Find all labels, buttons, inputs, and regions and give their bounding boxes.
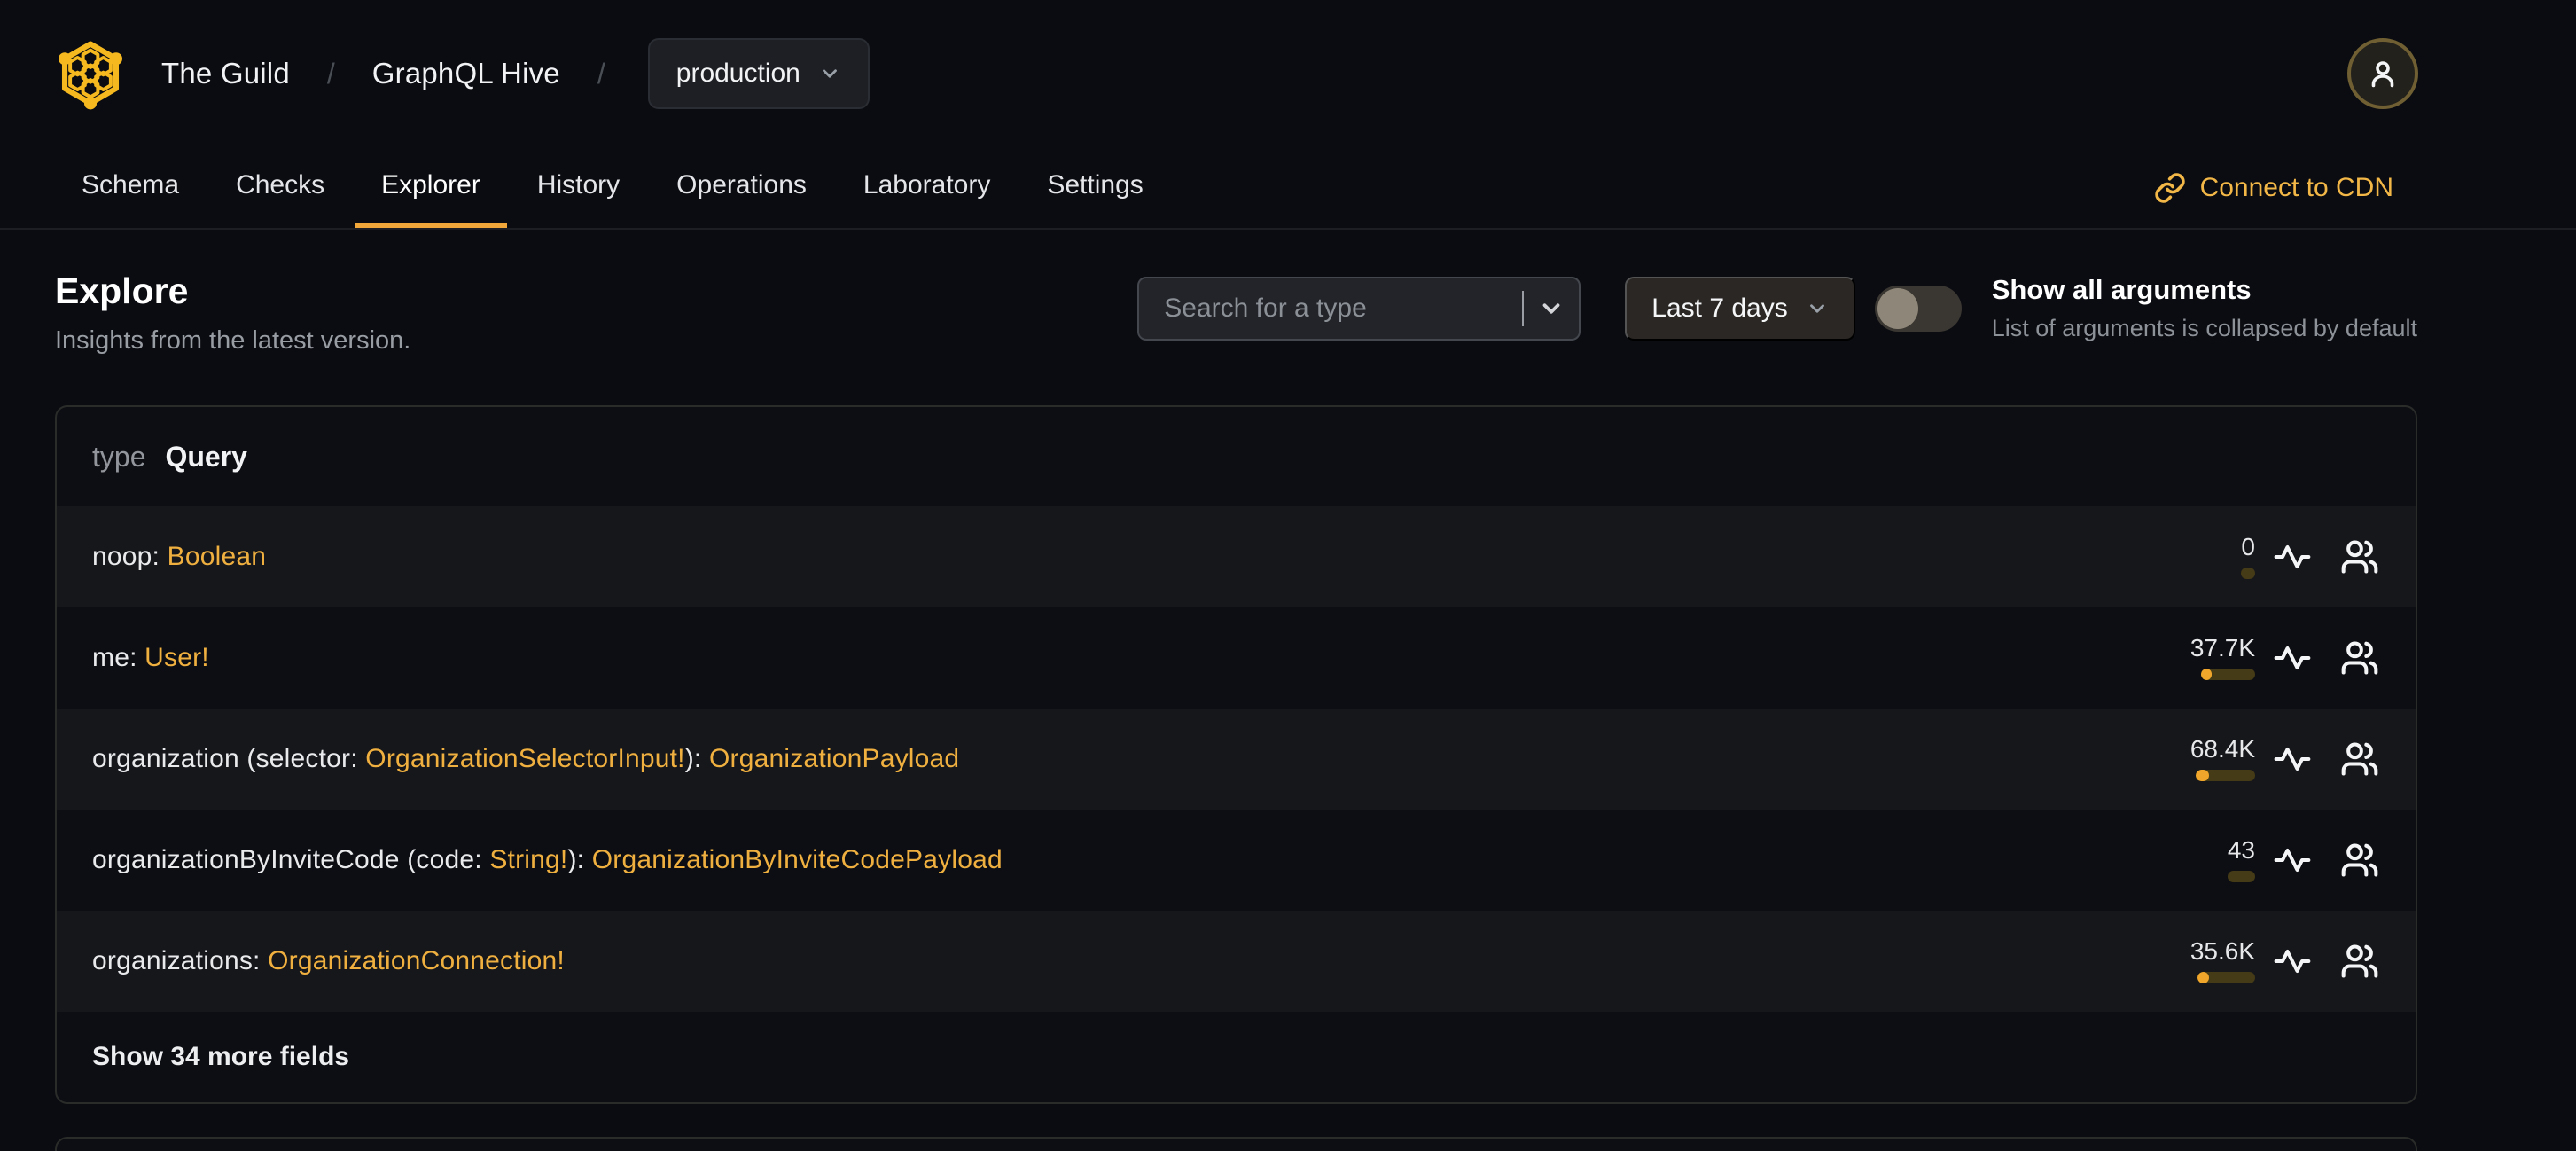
field-activity-button[interactable] [2272,536,2313,577]
field-row-organizationByInviteCode: organizationByInviteCode (code: String!)… [57,810,2416,911]
field-usage: 0 [2140,535,2255,579]
user-icon [2371,61,2394,88]
toggle-label: Show all arguments [1991,274,2252,305]
activity-icon [2274,848,2311,873]
field-usage-bar [2197,972,2255,983]
field-clients-button[interactable] [2339,638,2380,678]
field-clients-button[interactable] [2339,941,2380,982]
target-selector-button[interactable]: production [647,38,870,109]
field-usage-count: 68.4K [2190,735,2255,763]
users-icon [2341,540,2378,574]
field-stats: 0 [2140,535,2380,579]
type-card-header: type Query [57,407,2416,506]
field-stats: 37.7K [2140,636,2380,680]
toggle-sublabel: List of arguments is collapsed by defaul… [1991,315,2417,341]
field-usage-count: 0 [2241,533,2255,560]
breadcrumb-separator: / [597,57,605,90]
users-icon [2341,944,2378,978]
page-title-block: Explore Insights from the latest version… [55,270,410,356]
users-icon [2341,742,2378,776]
tab-explorer[interactable]: Explorer [355,147,507,228]
explorer-controls: Last 7 days Show all arguments List of a… [1137,270,2417,342]
link-icon [2154,172,2185,203]
activity-icon [2274,544,2311,569]
chevron-down-icon [1542,302,1560,314]
app-header: The Guild / GraphQL Hive / production [0,0,2576,147]
field-stats: 43 [2140,838,2380,882]
activity-icon [2274,949,2311,974]
field-signature: organizations: OrganizationConnection! [92,946,565,975]
type-search-input[interactable] [1139,293,1523,324]
field-signature: organizationByInviteCode (code: String!)… [92,845,1003,874]
field-clients-button[interactable] [2339,739,2380,779]
type-card-query: type Query noop: Boolean 0 me: User! 37.… [55,405,2417,1104]
type-search-combobox[interactable] [1137,276,1581,341]
main-tab-bar: Schema Checks Explorer History Operation… [0,147,2576,230]
field-row-noop: noop: Boolean 0 [57,506,2416,607]
breadcrumb-project[interactable]: GraphQL Hive [372,57,560,90]
field-usage-bar [2196,770,2255,781]
breadcrumb-separator: / [326,57,335,90]
tab-settings[interactable]: Settings [1020,147,1169,228]
field-usage-count: 37.7K [2190,634,2255,662]
field-activity-button[interactable] [2272,638,2313,678]
tab-schema[interactable]: Schema [55,147,206,228]
field-signature: organization (selector: OrganizationSele… [92,744,960,773]
field-signature: noop: Boolean [92,542,267,571]
page-title: Explore [55,270,189,311]
tab-operations[interactable]: Operations [650,147,833,228]
period-value: Last 7 days [1651,293,1788,323]
field-usage: 43 [2140,838,2255,882]
field-signature: me: User! [92,643,209,672]
show-more-fields-button[interactable]: Show 34 more fields [57,1012,2416,1102]
type-card-next-partial [55,1137,2417,1151]
toggle-knob [1877,287,1918,329]
target-selector-value: production [675,59,800,88]
field-usage: 68.4K [2140,737,2255,781]
field-usage: 37.7K [2140,636,2255,680]
show-all-arguments-toggle[interactable] [1874,285,1962,332]
users-icon [2341,641,2378,675]
breadcrumb-org[interactable]: The Guild [161,57,290,90]
field-usage-count: 35.6K [2190,937,2255,965]
user-avatar-button[interactable] [2347,38,2418,109]
page-subtitle: Insights from the latest version. [55,326,411,355]
tab-checks[interactable]: Checks [209,147,351,228]
field-clients-button[interactable] [2339,536,2380,577]
field-activity-button[interactable] [2272,941,2313,982]
chevron-down-icon [1809,303,1824,313]
activity-icon [2274,747,2311,771]
field-usage-bar [2201,669,2255,680]
field-row-me: me: User! 37.7K [57,607,2416,709]
field-row-organizations: organizations: OrganizationConnection! 3… [57,911,2416,1012]
field-usage: 35.6K [2140,939,2255,983]
type-search-dropdown-button[interactable] [1524,295,1579,322]
type-kind-label: type [92,440,146,473]
connect-to-cdn-link[interactable]: Connect to CDN [2154,147,2418,228]
breadcrumb: The Guild / GraphQL Hive / production [51,33,870,114]
field-stats: 35.6K [2140,939,2380,983]
hive-logo-icon[interactable] [51,33,129,114]
tab-history[interactable]: History [511,147,646,228]
type-name: Query [165,440,247,473]
period-selector-button[interactable]: Last 7 days [1625,276,1855,341]
field-usage-bar [2228,871,2255,882]
toggle-label-block: Show all arguments List of arguments is … [1992,274,2417,342]
field-usage-bar [2241,568,2255,579]
chevron-down-icon [822,69,837,78]
tab-laboratory[interactable]: Laboratory [837,147,1017,228]
users-icon [2341,843,2378,877]
field-stats: 68.4K [2140,737,2380,781]
field-clients-button[interactable] [2339,840,2380,881]
field-activity-button[interactable] [2272,840,2313,881]
connect-to-cdn-label: Connect to CDN [2199,172,2393,202]
page-head: Explore Insights from the latest version… [0,230,2576,356]
field-usage-count: 43 [2227,836,2255,864]
activity-icon [2274,646,2311,670]
field-activity-button[interactable] [2272,739,2313,779]
field-row-organization: organization (selector: OrganizationSele… [57,709,2416,810]
